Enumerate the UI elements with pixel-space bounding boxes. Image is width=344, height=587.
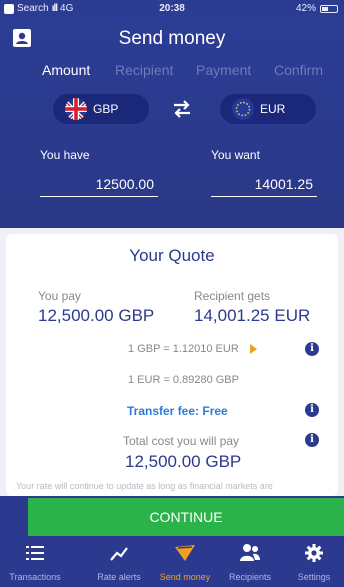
tab-rate-alerts[interactable]: Rate alerts xyxy=(92,536,146,587)
to-currency-code: EUR xyxy=(260,102,286,116)
quote-title: Your Quote xyxy=(129,246,215,265)
battery-icon xyxy=(320,4,338,13)
tab-transactions-label: Transactions xyxy=(9,572,61,582)
total-cost-label: Total cost you will pay xyxy=(123,434,240,448)
from-currency-code: GBP xyxy=(93,102,119,116)
rate-disclaimer: Your rate will continue to update as lon… xyxy=(16,481,273,491)
tab-settings-label: Settings xyxy=(297,572,331,582)
rate-eur-gbp: 1 EUR = 0.89280 GBP xyxy=(128,374,239,386)
tab-settings[interactable]: Settings xyxy=(288,536,340,587)
to-currency-button[interactable]: EUR xyxy=(220,94,316,124)
step-indicator: Amount Recipient Payment Confirm xyxy=(0,62,344,82)
total-cost-value: 12,500.00 GBP xyxy=(125,452,242,471)
people-icon xyxy=(240,544,260,561)
send-money-header: Send money Amount Recipient Payment Conf… xyxy=(0,18,344,228)
transfer-fee: Transfer fee: Free xyxy=(127,404,228,418)
rate-gbp-eur: 1 GBP = 1.12010 EUR xyxy=(128,343,239,355)
quote-card: Your Quote You pay 12,500.00 GBP Recipie… xyxy=(6,234,338,496)
uk-flag-icon xyxy=(65,98,87,120)
status-bar: Search ıll 4G 20:38 42% xyxy=(0,0,344,18)
continue-button[interactable]: CONTINUE xyxy=(28,498,344,536)
you-want-input[interactable]: 14001.25 xyxy=(211,175,317,197)
currency-selector-row: GBP EUR xyxy=(0,94,344,124)
quote-panel: Your Quote You pay 12,500.00 GBP Recipie… xyxy=(0,228,344,496)
rate-info-icon[interactable]: i xyxy=(305,342,319,356)
battery-fill xyxy=(322,6,328,11)
page-title: Send money xyxy=(118,28,226,49)
rate-expand-arrow-icon[interactable] xyxy=(250,344,257,354)
tab-recipients-label: Recipients xyxy=(228,572,272,582)
you-want-label: You want xyxy=(211,148,260,162)
recipient-gets-value: 14,001.25 EUR xyxy=(194,306,311,325)
trend-icon xyxy=(110,547,128,561)
from-currency-button[interactable]: GBP xyxy=(53,94,149,124)
tab-send-money[interactable]: Send money xyxy=(155,536,215,587)
you-have-input[interactable]: 12500.00 xyxy=(40,175,158,197)
step-confirm[interactable]: Confirm xyxy=(274,62,323,78)
total-info-icon[interactable]: i xyxy=(305,433,319,447)
swap-icon[interactable] xyxy=(172,100,192,118)
status-time: 20:38 xyxy=(159,3,185,14)
step-amount[interactable]: Amount xyxy=(42,62,90,78)
bottom-tab-bar: Transactions Rate alerts Send money Reci… xyxy=(0,536,344,587)
battery-percent: 42% xyxy=(295,3,316,14)
eu-flag-icon xyxy=(232,98,254,120)
tab-recipients[interactable]: Recipients xyxy=(224,536,276,587)
you-pay-label: You pay xyxy=(38,289,81,303)
you-have-label: You have xyxy=(40,148,90,162)
recipient-gets-label: Recipient gets xyxy=(194,289,271,303)
tab-transactions[interactable]: Transactions xyxy=(6,536,64,587)
gear-icon xyxy=(305,544,323,562)
send-icon xyxy=(175,545,195,561)
step-recipient[interactable]: Recipient xyxy=(115,62,173,78)
fee-info-icon[interactable]: i xyxy=(305,403,319,417)
tab-rate-alerts-label: Rate alerts xyxy=(97,572,141,582)
tab-send-money-label: Send money xyxy=(159,572,211,582)
list-icon xyxy=(26,546,44,560)
status-right: 42% xyxy=(296,3,338,14)
step-payment[interactable]: Payment xyxy=(196,62,251,78)
you-pay-value: 12,500.00 GBP xyxy=(38,306,155,325)
